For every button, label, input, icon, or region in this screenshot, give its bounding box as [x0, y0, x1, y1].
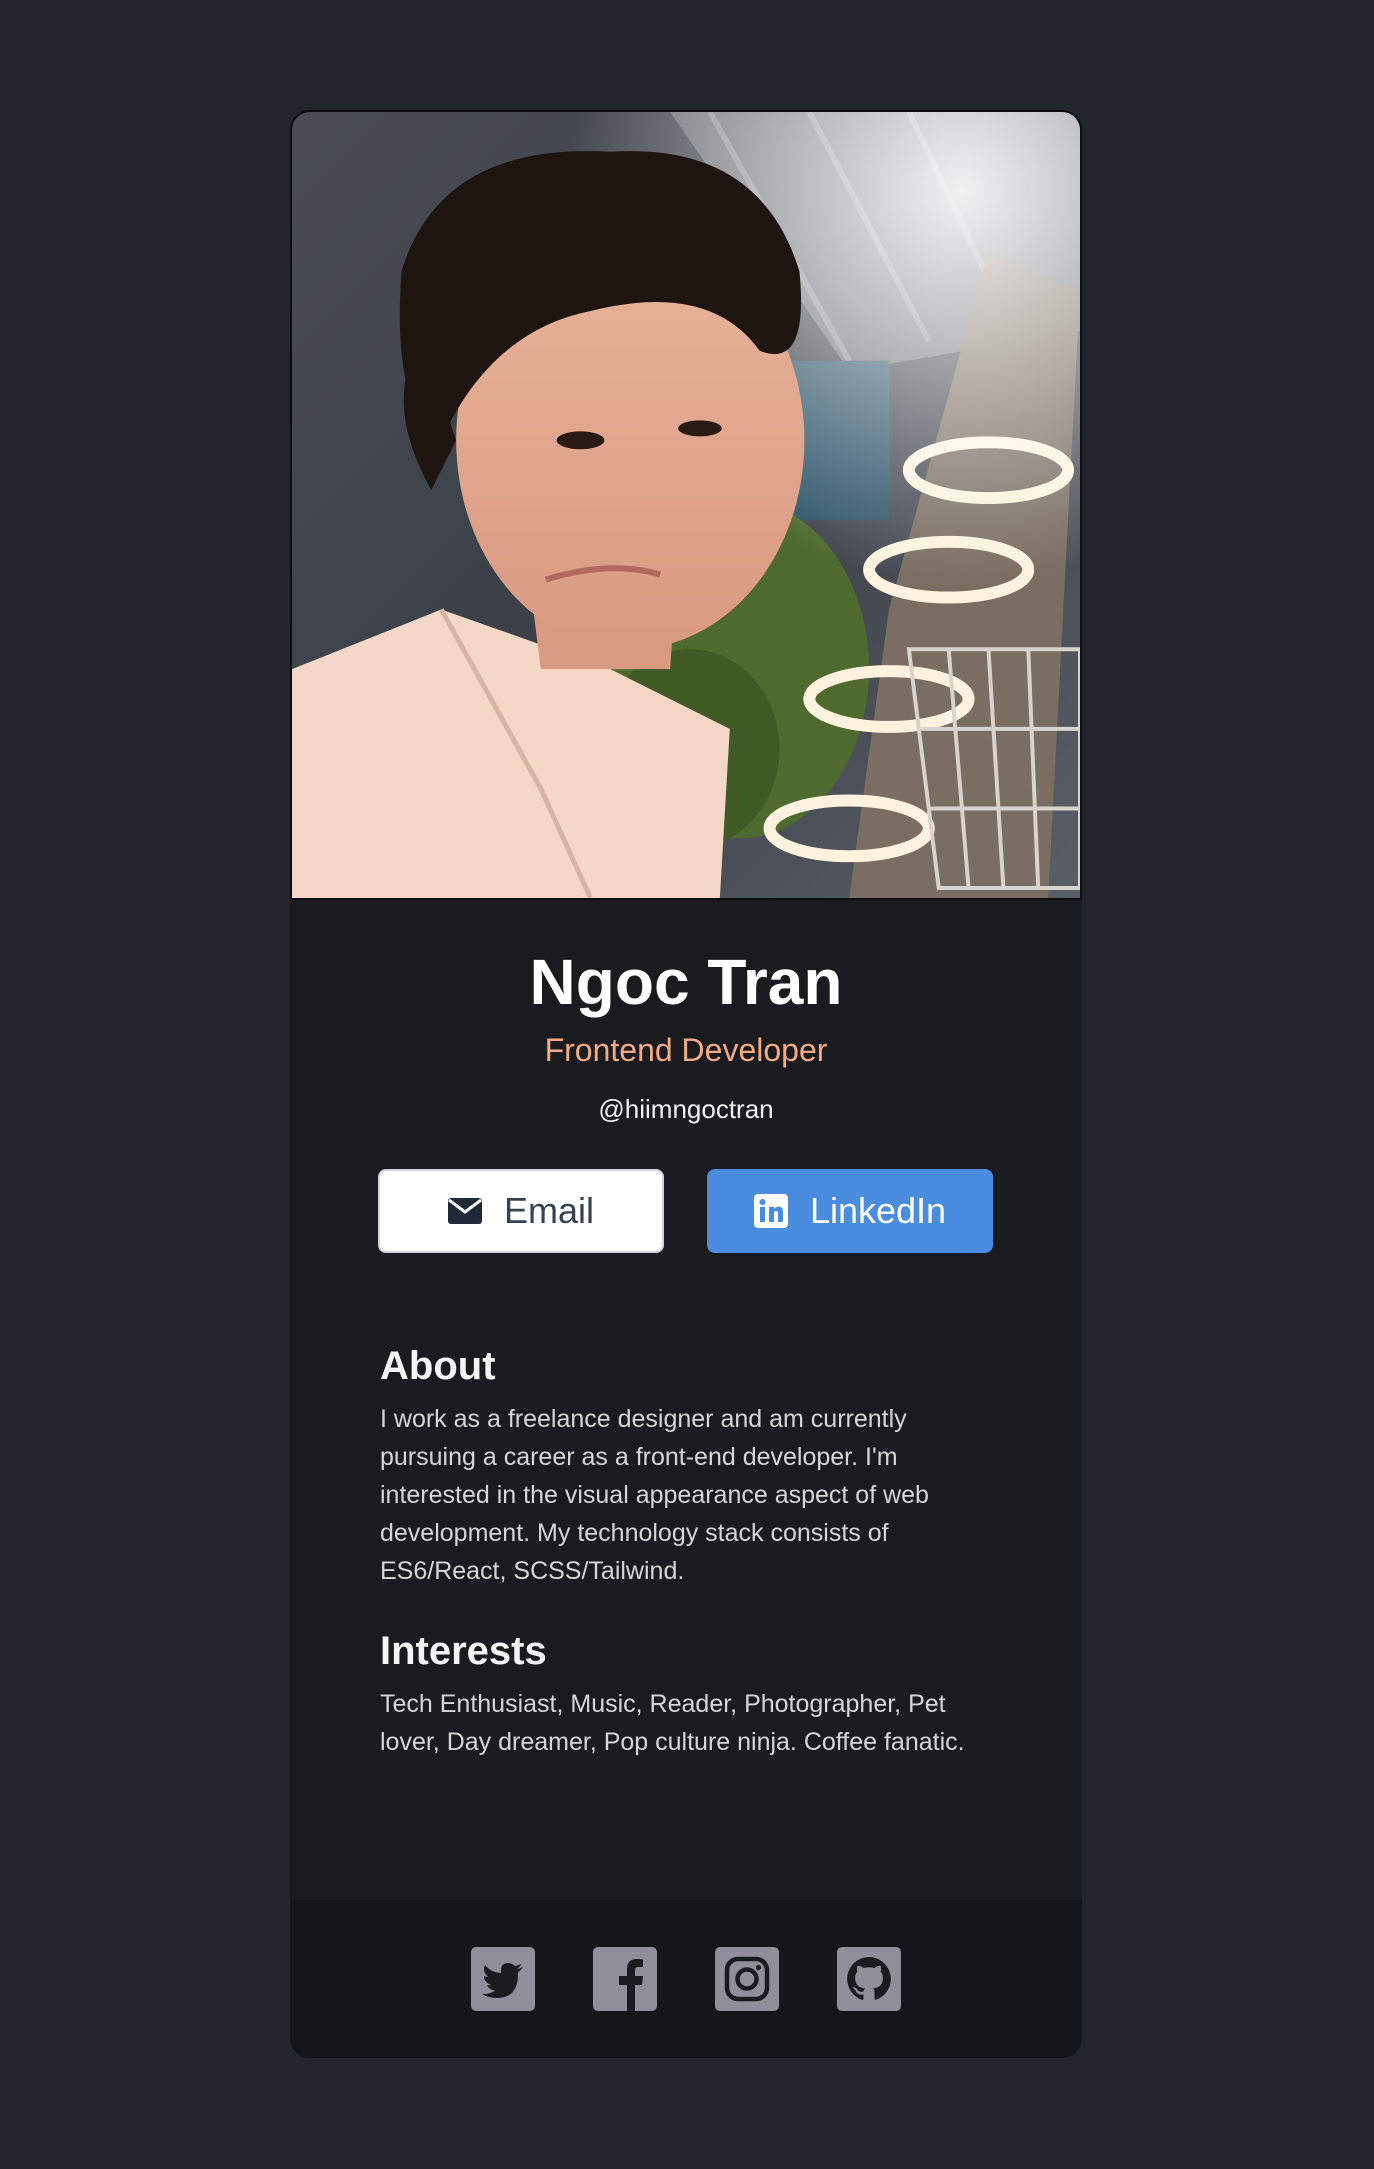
profile-card: Ngoc Tran Frontend Developer @hiimngoctr… — [290, 110, 1082, 2058]
profile-name: Ngoc Tran — [529, 946, 843, 1018]
about-heading: About — [380, 1344, 496, 1388]
profile-photo — [290, 110, 1082, 900]
facebook-icon[interactable] — [593, 1947, 657, 2011]
github-icon[interactable] — [837, 1947, 901, 2011]
envelope-icon — [447, 1198, 482, 1224]
profile-handle: @hiimngoctran — [598, 1094, 774, 1124]
social-footer — [290, 1900, 1082, 2058]
instagram-icon[interactable] — [715, 1947, 779, 2011]
interests-text: Tech Enthusiast, Music, Reader, Photogra… — [380, 1690, 965, 1756]
linkedin-button[interactable]: LinkedIn — [707, 1169, 993, 1253]
email-button[interactable]: Email — [378, 1169, 664, 1253]
twitter-icon[interactable] — [471, 1947, 535, 2011]
interests-heading: Interests — [380, 1629, 547, 1673]
linkedin-button-label: LinkedIn — [809, 1190, 947, 1231]
profile-title: Frontend Developer — [544, 1032, 828, 1068]
email-button-label: Email — [503, 1190, 595, 1231]
about-text: I work as a freelance designer and am cu… — [380, 1405, 929, 1585]
linkedin-icon — [753, 1194, 788, 1228]
